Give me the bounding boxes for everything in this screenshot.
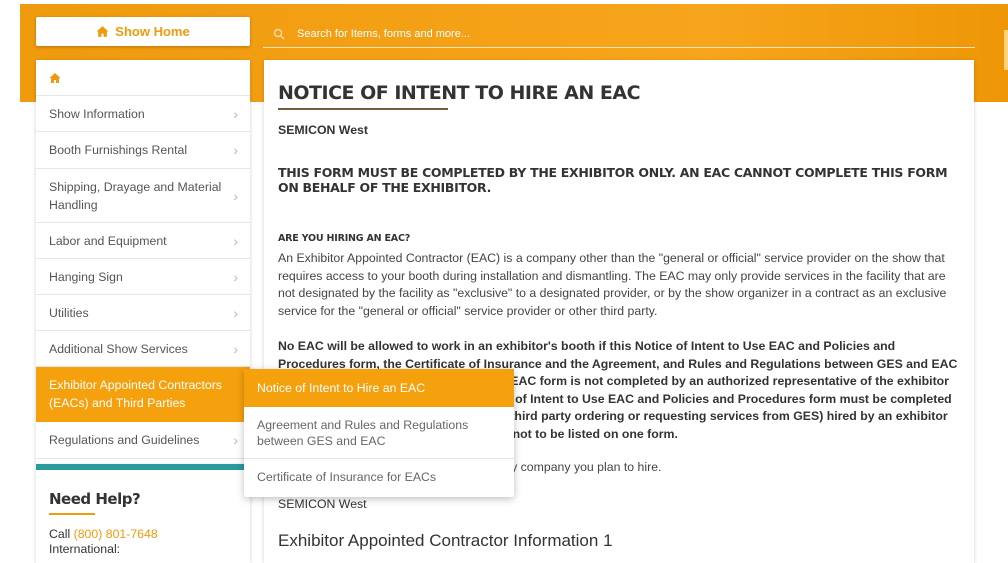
section-subheading: ARE YOU HIRING AN EAC?: [278, 233, 411, 244]
sidebar-item-regulations[interactable]: Regulations and Guidelines ›: [36, 422, 250, 459]
chevron-right-icon: ›: [233, 105, 238, 122]
sidebar-item-label: Labor and Equipment: [49, 233, 167, 248]
sidebar-item-label: Booth Furnishings Rental: [49, 143, 188, 157]
sidebar-item-additional-services[interactable]: Additional Show Services ›: [36, 331, 250, 367]
sidebar-item-label: Hanging Sign: [49, 269, 123, 284]
submenu-item-agreement[interactable]: Agreement and Rules and Regulations betw…: [244, 407, 514, 459]
sidebar-item-shipping[interactable]: Shipping, Drayage and Material Handling …: [36, 169, 250, 223]
submenu-item-certificate[interactable]: Certificate of Insurance for EACs: [244, 459, 514, 485]
title-underline: [278, 108, 448, 110]
search-icon: [273, 28, 285, 40]
show-name-repeat: SEMICON West: [278, 497, 367, 511]
chevron-right-icon: ›: [233, 268, 238, 285]
sidebar-item-label: Exhibitor Appointed Contractors (EACs) a…: [49, 378, 222, 410]
sidebar-item-labor[interactable]: Labor and Equipment ›: [36, 223, 250, 259]
help-title: Need Help?: [49, 490, 141, 508]
home-icon: [96, 26, 109, 37]
show-home-button[interactable]: Show Home: [36, 17, 250, 46]
eac-description: An Exhibitor Appointed Contractor (EAC) …: [278, 251, 947, 318]
sidebar-item-label: Regulations and Guidelines: [49, 433, 200, 447]
chevron-right-icon: ›: [233, 340, 238, 357]
sidebar-item-label: Utilities: [49, 305, 89, 320]
eac-submenu: Notice of Intent to Hire an EAC Agreemen…: [244, 369, 514, 497]
sidebar-item-hanging-sign[interactable]: Hanging Sign ›: [36, 259, 250, 295]
call-label: Call: [49, 527, 71, 541]
help-phone-line: Call (800) 801-7648: [49, 527, 237, 542]
sidebar-item-show-information[interactable]: Show Information ›: [36, 96, 250, 132]
home-icon: [49, 72, 61, 83]
chevron-right-icon: ›: [233, 432, 238, 448]
sidebar-item-eacs[interactable]: Exhibitor Appointed Contractors (EACs) a…: [36, 367, 250, 422]
chevron-right-icon: ›: [233, 142, 238, 158]
sidebar-nav: Show Information › Booth Furnishings Ren…: [36, 60, 250, 464]
international-label: International:: [49, 542, 121, 556]
exhibitor-only-warning: THIS FORM MUST BE COMPLETED BY THE EXHIB…: [278, 165, 948, 195]
sidebar-item-booth-furnishings[interactable]: Booth Furnishings Rental ›: [36, 132, 250, 169]
chevron-right-icon: ›: [233, 232, 238, 249]
sidebar-item-label: Shipping, Drayage and Material Handling: [49, 179, 222, 212]
phone-link[interactable]: (800) 801-7648: [74, 527, 158, 541]
search-input[interactable]: [297, 27, 937, 40]
chevron-right-icon: ›: [233, 304, 238, 321]
sidebar-home-link[interactable]: [36, 60, 250, 96]
show-home-label: Show Home: [115, 24, 190, 39]
sidebar-item-utilities[interactable]: Utilities ›: [36, 295, 250, 331]
sidebar-item-label: Additional Show Services: [49, 341, 188, 356]
section-heading: Exhibitor Appointed Contractor Informati…: [278, 531, 613, 550]
show-name: SEMICON West: [278, 123, 368, 137]
sidebar-item-label: Show Information: [49, 106, 145, 121]
search-bar[interactable]: [263, 20, 975, 48]
page-title: NOTICE OF INTENT TO HIRE AN EAC: [278, 82, 641, 104]
help-title-underline: [49, 513, 95, 515]
help-card: Need Help? Call (800) 801-7648 Internati…: [36, 464, 250, 563]
header-accent-strip: [1004, 30, 1008, 70]
chevron-right-icon: ›: [233, 187, 238, 204]
submenu-item-notice-of-intent[interactable]: Notice of Intent to Hire an EAC: [244, 369, 514, 407]
